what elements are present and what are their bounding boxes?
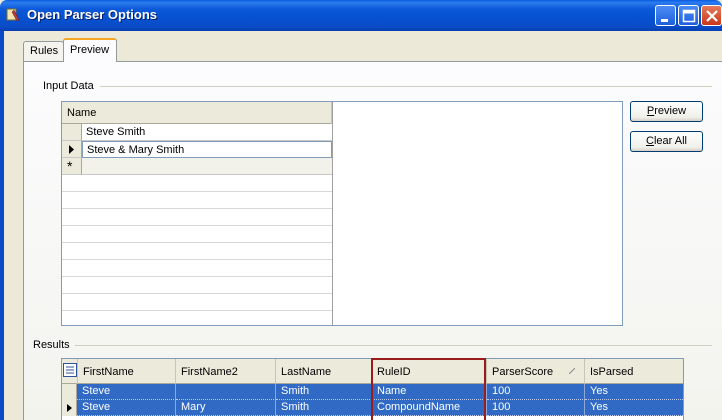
new-row[interactable]: * — [62, 158, 332, 175]
results-grid-header: FirstName FirstName2 LastName RuleID Par… — [62, 359, 683, 384]
table-row[interactable]: Steve Smith — [62, 124, 332, 141]
minimize-button[interactable] — [655, 5, 676, 26]
empty-row — [62, 243, 332, 260]
empty-row — [62, 294, 332, 311]
isparsed-cell[interactable]: Yes — [585, 384, 683, 400]
input-data-grid[interactable]: Name Steve Smith Steve & Mary Smith * — [62, 102, 333, 325]
column-header-parserscore[interactable]: ParserScore — [487, 359, 585, 384]
lastname-cell[interactable]: Smith — [276, 384, 372, 400]
close-icon — [706, 10, 718, 22]
tab-rules-label: Rules — [30, 45, 59, 57]
firstname-cell[interactable]: Steve — [77, 400, 176, 416]
input-data-group-title: Input Data — [43, 80, 94, 92]
ruleid-cell[interactable]: CompoundName — [372, 400, 487, 416]
close-button[interactable] — [701, 5, 722, 26]
column-header-ruleid[interactable]: RuleID — [372, 359, 487, 384]
column-header-firstname[interactable]: FirstName — [78, 359, 176, 384]
name-cell[interactable]: Steve & Mary Smith — [82, 141, 332, 158]
column-header-isparsed[interactable]: IsParsed — [585, 359, 683, 384]
current-row-arrow-icon — [67, 404, 72, 412]
results-grid[interactable]: FirstName FirstName2 LastName RuleID Par… — [61, 358, 684, 420]
title-bar[interactable]: Open Parser Options — [0, 0, 722, 31]
window-frame-left — [0, 31, 4, 420]
input-grid-header: Name — [62, 102, 332, 124]
window-title: Open Parser Options — [27, 7, 158, 22]
results-divider — [75, 345, 712, 346]
table-row-current[interactable]: Steve & Mary Smith — [62, 141, 332, 158]
lastname-cell[interactable]: Smith — [276, 400, 372, 416]
firstname2-cell[interactable] — [176, 384, 276, 400]
new-row-selector[interactable]: * — [62, 158, 82, 175]
tab-rules[interactable]: Rules — [23, 41, 64, 61]
results-group-title: Results — [33, 339, 70, 351]
parserscore-header-label: ParserScore — [492, 366, 554, 378]
column-header-name[interactable]: Name — [63, 102, 332, 124]
empty-row — [62, 175, 332, 192]
preview-button[interactable]: Preview — [630, 101, 703, 122]
column-chooser-button[interactable] — [62, 359, 78, 384]
firstname2-cell[interactable]: Mary — [176, 400, 276, 416]
row-selector[interactable] — [62, 384, 77, 400]
maximize-icon — [682, 9, 696, 23]
column-header-lastname[interactable]: LastName — [276, 359, 372, 384]
clear-all-button-mnemonic: C — [646, 135, 654, 147]
empty-row — [62, 277, 332, 294]
row-selector-current[interactable] — [62, 141, 82, 158]
new-row-asterisk-icon: * — [67, 158, 73, 174]
empty-row — [62, 192, 332, 209]
parser-app-icon — [6, 8, 20, 22]
row-selector-current[interactable] — [62, 400, 77, 416]
parserscore-cell[interactable]: 100 — [487, 400, 585, 416]
new-row-cell[interactable] — [82, 158, 332, 175]
column-chooser-icon — [63, 363, 77, 377]
empty-row — [62, 226, 332, 243]
column-header-firstname2[interactable]: FirstName2 — [176, 359, 276, 384]
tab-preview[interactable]: Preview — [63, 38, 117, 62]
ruleid-cell[interactable]: Name — [372, 384, 487, 400]
row-selector[interactable] — [62, 124, 82, 141]
table-row[interactable]: Steve Smith Name 100 Yes — [62, 384, 683, 400]
isparsed-cell[interactable]: Yes — [585, 400, 683, 416]
firstname-cell[interactable]: Steve — [77, 384, 176, 400]
parserscore-cell[interactable]: 100 — [487, 384, 585, 400]
current-row-arrow-icon — [69, 145, 74, 154]
tab-preview-label: Preview — [70, 44, 110, 56]
input-data-divider — [100, 86, 712, 87]
clear-all-button[interactable]: Clear All — [630, 131, 703, 152]
name-cell[interactable]: Steve Smith — [82, 124, 332, 141]
empty-row — [62, 209, 332, 226]
sort-indicator-icon — [569, 368, 575, 374]
input-data-panel: Name Steve Smith Steve & Mary Smith * — [61, 101, 623, 326]
maximize-button[interactable] — [678, 5, 699, 26]
minimize-icon — [661, 19, 668, 22]
empty-row — [62, 260, 332, 277]
clear-all-button-rest: lear All — [653, 135, 687, 147]
preview-button-rest: review — [654, 105, 687, 117]
empty-row — [62, 311, 332, 328]
table-row-current[interactable]: Steve Mary Smith CompoundName 100 Yes — [62, 400, 683, 416]
